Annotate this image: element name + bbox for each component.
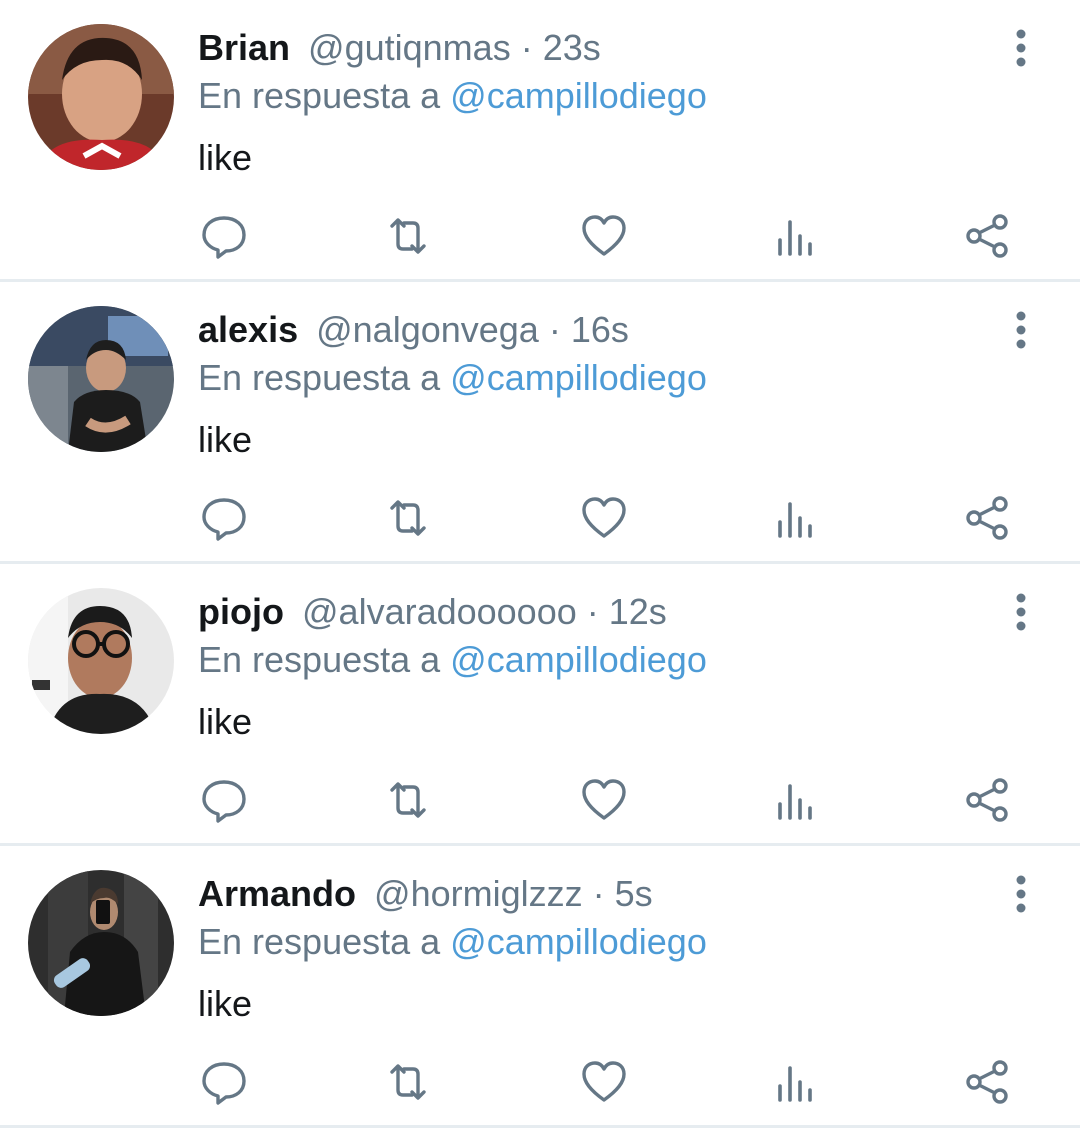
tweet-card[interactable]: piojo @alvaradoooooo · 12s En respuesta … <box>0 564 1080 846</box>
reply-prefix: En respuesta a <box>198 639 441 680</box>
avatar[interactable] <box>28 870 174 1016</box>
display-name[interactable]: piojo <box>198 591 284 632</box>
display-name[interactable]: alexis <box>198 309 298 350</box>
tweet-text: like <box>198 701 253 742</box>
reply-context: En respuesta a @campillodiego <box>198 356 707 400</box>
stats-button[interactable] <box>770 774 822 826</box>
heart-icon <box>582 497 626 538</box>
heart-icon <box>582 779 626 820</box>
vertical-dots-icon <box>1016 311 1026 349</box>
avatar[interactable] <box>28 24 174 170</box>
timestamp: · 16s <box>548 309 629 350</box>
comment-bubble-icon <box>202 498 246 541</box>
action-bar <box>198 492 1038 544</box>
like-button[interactable] <box>578 210 630 262</box>
avatar[interactable] <box>28 306 174 452</box>
tweet-header: Brian @gutiqnmas · 23s <box>198 26 601 70</box>
stats-button[interactable] <box>770 1056 822 1108</box>
share-icon <box>966 778 1008 822</box>
share-button[interactable] <box>962 774 1014 826</box>
like-button[interactable] <box>578 774 630 826</box>
tweet-card[interactable]: Armando @hormiglzzz · 5s En respuesta a … <box>0 846 1080 1128</box>
more-options-button[interactable] <box>1004 26 1038 70</box>
share-button[interactable] <box>962 1056 1014 1108</box>
share-icon <box>966 214 1008 258</box>
avatar[interactable] <box>28 588 174 734</box>
reply-mention[interactable]: @campillodiego <box>450 921 707 962</box>
retweet-button[interactable] <box>382 492 434 544</box>
comment-bubble-icon <box>202 216 246 259</box>
user-handle[interactable]: @alvaradoooooo <box>302 591 577 632</box>
bar-chart-icon <box>778 220 812 256</box>
reply-prefix: En respuesta a <box>198 921 441 962</box>
display-name[interactable]: Armando <box>198 873 356 914</box>
reply-mention[interactable]: @campillodiego <box>450 357 707 398</box>
user-handle[interactable]: @hormiglzzz <box>374 873 583 914</box>
reply-context: En respuesta a @campillodiego <box>198 920 707 964</box>
reply-button[interactable] <box>198 1056 250 1108</box>
like-button[interactable] <box>578 492 630 544</box>
retweet-button[interactable] <box>382 1056 434 1108</box>
display-name[interactable]: Brian <box>198 27 290 68</box>
timestamp: · 12s <box>586 591 667 632</box>
bar-chart-icon <box>778 1066 812 1102</box>
like-button[interactable] <box>578 1056 630 1108</box>
user-handle[interactable]: @gutiqnmas <box>308 27 511 68</box>
heart-icon <box>582 1061 626 1102</box>
tweet-text: like <box>198 419 253 460</box>
stats-button[interactable] <box>770 210 822 262</box>
reply-button[interactable] <box>198 210 250 262</box>
retweet-icon <box>390 1064 426 1100</box>
share-icon <box>966 1060 1008 1104</box>
share-button[interactable] <box>962 210 1014 262</box>
action-bar <box>198 774 1038 826</box>
stats-button[interactable] <box>770 492 822 544</box>
bar-chart-icon <box>778 502 812 538</box>
comment-bubble-icon <box>202 1062 246 1105</box>
more-options-button[interactable] <box>1004 872 1038 916</box>
retweet-icon <box>390 500 426 536</box>
reply-context: En respuesta a @campillodiego <box>198 638 707 682</box>
comment-bubble-icon <box>202 780 246 823</box>
retweet-icon <box>390 782 426 818</box>
tweet-card[interactable]: Brian @gutiqnmas · 23s En respuesta a @c… <box>0 0 1080 282</box>
vertical-dots-icon <box>1016 29 1026 67</box>
retweet-icon <box>390 218 426 254</box>
share-icon <box>966 496 1008 540</box>
reply-button[interactable] <box>198 774 250 826</box>
retweet-button[interactable] <box>382 774 434 826</box>
reply-prefix: En respuesta a <box>198 357 441 398</box>
heart-icon <box>582 215 626 256</box>
reply-prefix: En respuesta a <box>198 75 441 116</box>
tweet-header: alexis @nalgonvega · 16s <box>198 308 629 352</box>
vertical-dots-icon <box>1016 593 1026 631</box>
reply-context: En respuesta a @campillodiego <box>198 74 707 118</box>
tweet-header: Armando @hormiglzzz · 5s <box>198 872 653 916</box>
action-bar <box>198 1056 1038 1108</box>
timestamp: · 23s <box>520 27 601 68</box>
share-button[interactable] <box>962 492 1014 544</box>
action-bar <box>198 210 1038 262</box>
reply-mention[interactable]: @campillodiego <box>450 639 707 680</box>
user-handle[interactable]: @nalgonvega <box>316 309 539 350</box>
more-options-button[interactable] <box>1004 308 1038 352</box>
reply-feed: Brian @gutiqnmas · 23s En respuesta a @c… <box>0 0 1080 1134</box>
reply-button[interactable] <box>198 492 250 544</box>
more-options-button[interactable] <box>1004 590 1038 634</box>
tweet-card[interactable]: alexis @nalgonvega · 16s En respuesta a … <box>0 282 1080 564</box>
tweet-header: piojo @alvaradoooooo · 12s <box>198 590 667 634</box>
tweet-text: like <box>198 983 253 1024</box>
bar-chart-icon <box>778 784 812 820</box>
retweet-button[interactable] <box>382 210 434 262</box>
reply-mention[interactable]: @campillodiego <box>450 75 707 116</box>
timestamp: · 5s <box>592 873 653 914</box>
vertical-dots-icon <box>1016 875 1026 913</box>
tweet-text: like <box>198 137 253 178</box>
